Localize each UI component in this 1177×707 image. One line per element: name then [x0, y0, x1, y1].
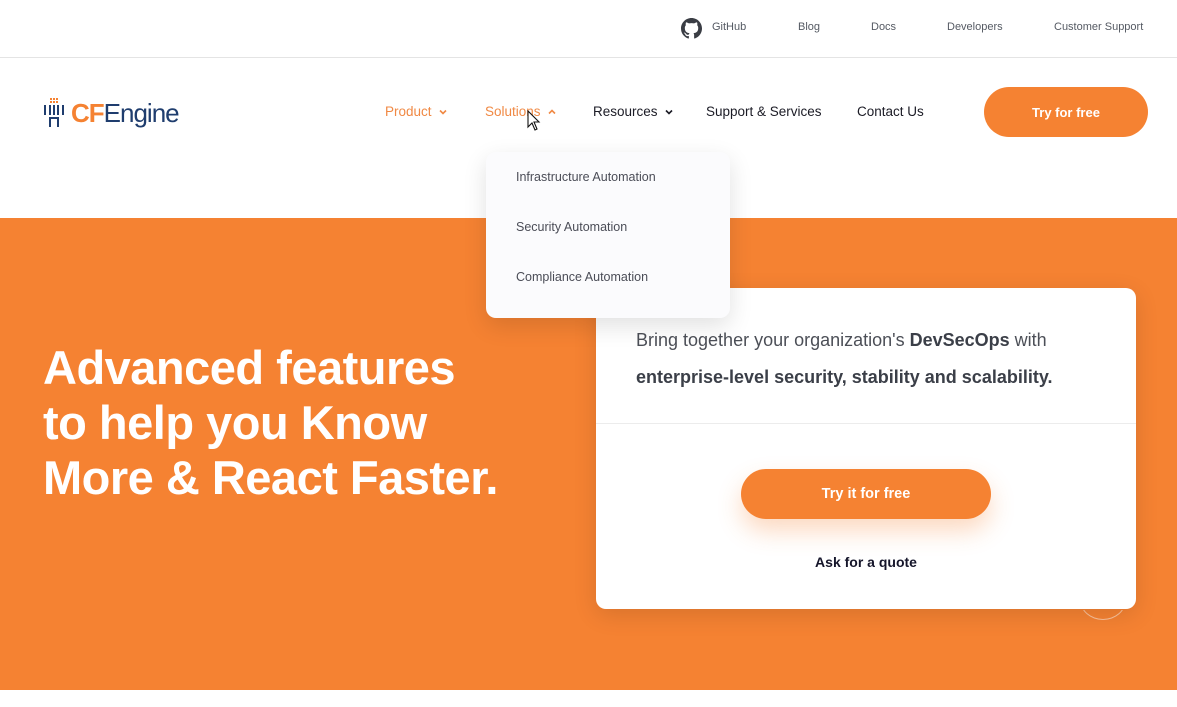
nav-support-services-label: Support & Services	[706, 104, 822, 119]
hero-card-text: Bring together your organization's DevSe…	[636, 330, 1053, 387]
chevron-up-icon	[547, 108, 556, 114]
chevron-down-icon	[438, 109, 447, 115]
nav-product-label: Product	[385, 104, 432, 119]
customer-support-link[interactable]: Customer Support	[1054, 21, 1143, 33]
logo-wordmark: CFEngine	[71, 97, 180, 128]
menu-item-infrastructure-automation[interactable]: Infrastructure Automation	[516, 170, 656, 184]
docs-link[interactable]: Docs	[871, 21, 896, 33]
blog-link[interactable]: Blog	[798, 21, 820, 33]
nav-resources[interactable]: Resources	[593, 104, 674, 119]
try-for-free-button[interactable]: Try for free	[984, 87, 1148, 137]
github-icon[interactable]	[681, 18, 702, 39]
top-utility-bar: GitHub Blog Docs Developers Customer Sup…	[0, 0, 1177, 58]
nav-support-services[interactable]: Support & Services	[706, 104, 822, 119]
mouse-cursor-icon	[527, 110, 541, 131]
nav-resources-label: Resources	[593, 104, 658, 119]
solutions-dropdown-menu: Infrastructure Automation Security Autom…	[486, 152, 730, 318]
ask-for-quote-link[interactable]: Ask for a quote	[741, 554, 991, 570]
try-it-for-free-button[interactable]: Try it for free	[741, 469, 991, 519]
cfengine-logo[interactable]: CFEngine	[43, 97, 180, 129]
nav-contact-us-label: Contact Us	[857, 104, 924, 119]
menu-item-compliance-automation[interactable]: Compliance Automation	[516, 270, 648, 284]
card-divider	[596, 423, 1136, 424]
nav-solutions[interactable]: Solutions	[485, 104, 557, 119]
developers-link[interactable]: Developers	[947, 21, 1003, 33]
github-link[interactable]: GitHub	[712, 21, 746, 33]
nav-contact-us[interactable]: Contact Us	[857, 104, 924, 119]
chevron-down-icon	[664, 109, 673, 115]
cfengine-logo-icon	[44, 98, 64, 127]
menu-item-security-automation[interactable]: Security Automation	[516, 220, 627, 234]
nav-product[interactable]: Product	[385, 104, 448, 119]
hero-card: Bring together your organization's DevSe…	[596, 288, 1136, 609]
hero-title: Advanced features to help you Know More …	[43, 341, 498, 504]
